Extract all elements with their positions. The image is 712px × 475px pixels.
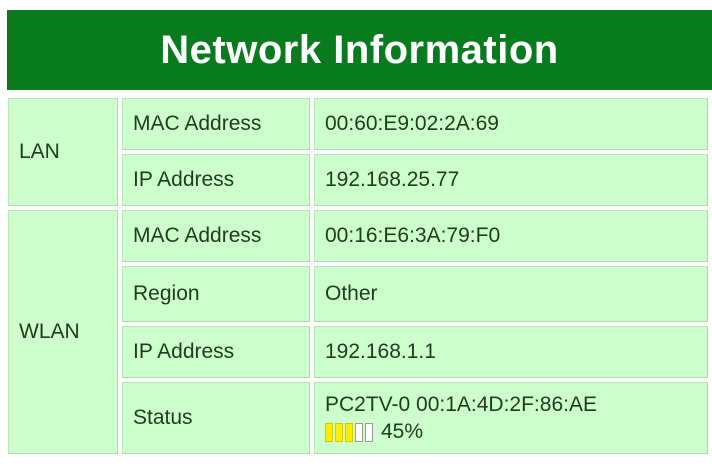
lan-mac-row: LAN MAC Address 00:60:E9:02:2A:69 bbox=[8, 98, 708, 206]
lan-ip-label: IP Address bbox=[122, 154, 310, 206]
lan-mac-value: 00:60:E9:02:2A:69 bbox=[314, 98, 708, 150]
wlan-group-label: WLAN bbox=[8, 210, 118, 454]
wlan-ip-label: IP Address bbox=[122, 326, 310, 378]
signal-bar-empty bbox=[365, 422, 373, 442]
signal-bar-filled bbox=[325, 422, 333, 442]
signal-percent: 45% bbox=[381, 420, 424, 443]
network-info-table: LAN MAC Address 00:60:E9:02:2A:69 IP Add… bbox=[4, 94, 712, 458]
page-title: Network Information bbox=[160, 27, 559, 72]
wlan-status-label: Status bbox=[122, 382, 310, 454]
signal-bar-filled bbox=[345, 422, 353, 442]
lan-mac-label: MAC Address bbox=[122, 98, 310, 150]
wlan-mac-row: WLAN MAC Address 00:16:E6:3A:79:F0 bbox=[8, 210, 708, 454]
lan-group-label: LAN bbox=[8, 98, 118, 206]
signal-bar-filled bbox=[335, 422, 343, 442]
signal-strength-indicator: 45% bbox=[325, 420, 697, 444]
header-bar: Network Information bbox=[7, 10, 712, 90]
wlan-ip-value: 192.168.1.1 bbox=[314, 326, 708, 378]
wlan-mac-label: MAC Address bbox=[122, 210, 310, 262]
wlan-region-value: Other bbox=[314, 266, 708, 322]
lan-ip-value: 192.168.25.77 bbox=[314, 154, 708, 206]
network-information-panel: Network Information LAN MAC Address 00:6… bbox=[0, 0, 712, 475]
signal-bar-empty bbox=[355, 422, 363, 442]
wlan-mac-value: 00:16:E6:3A:79:F0 bbox=[314, 210, 708, 262]
signal-bars bbox=[325, 422, 373, 442]
wlan-status-value: PC2TV-0 00:1A:4D:2F:86:AE bbox=[325, 393, 597, 416]
wlan-status-cell: PC2TV-0 00:1A:4D:2F:86:AE 45% bbox=[314, 382, 708, 454]
wlan-region-label: Region bbox=[122, 266, 310, 322]
